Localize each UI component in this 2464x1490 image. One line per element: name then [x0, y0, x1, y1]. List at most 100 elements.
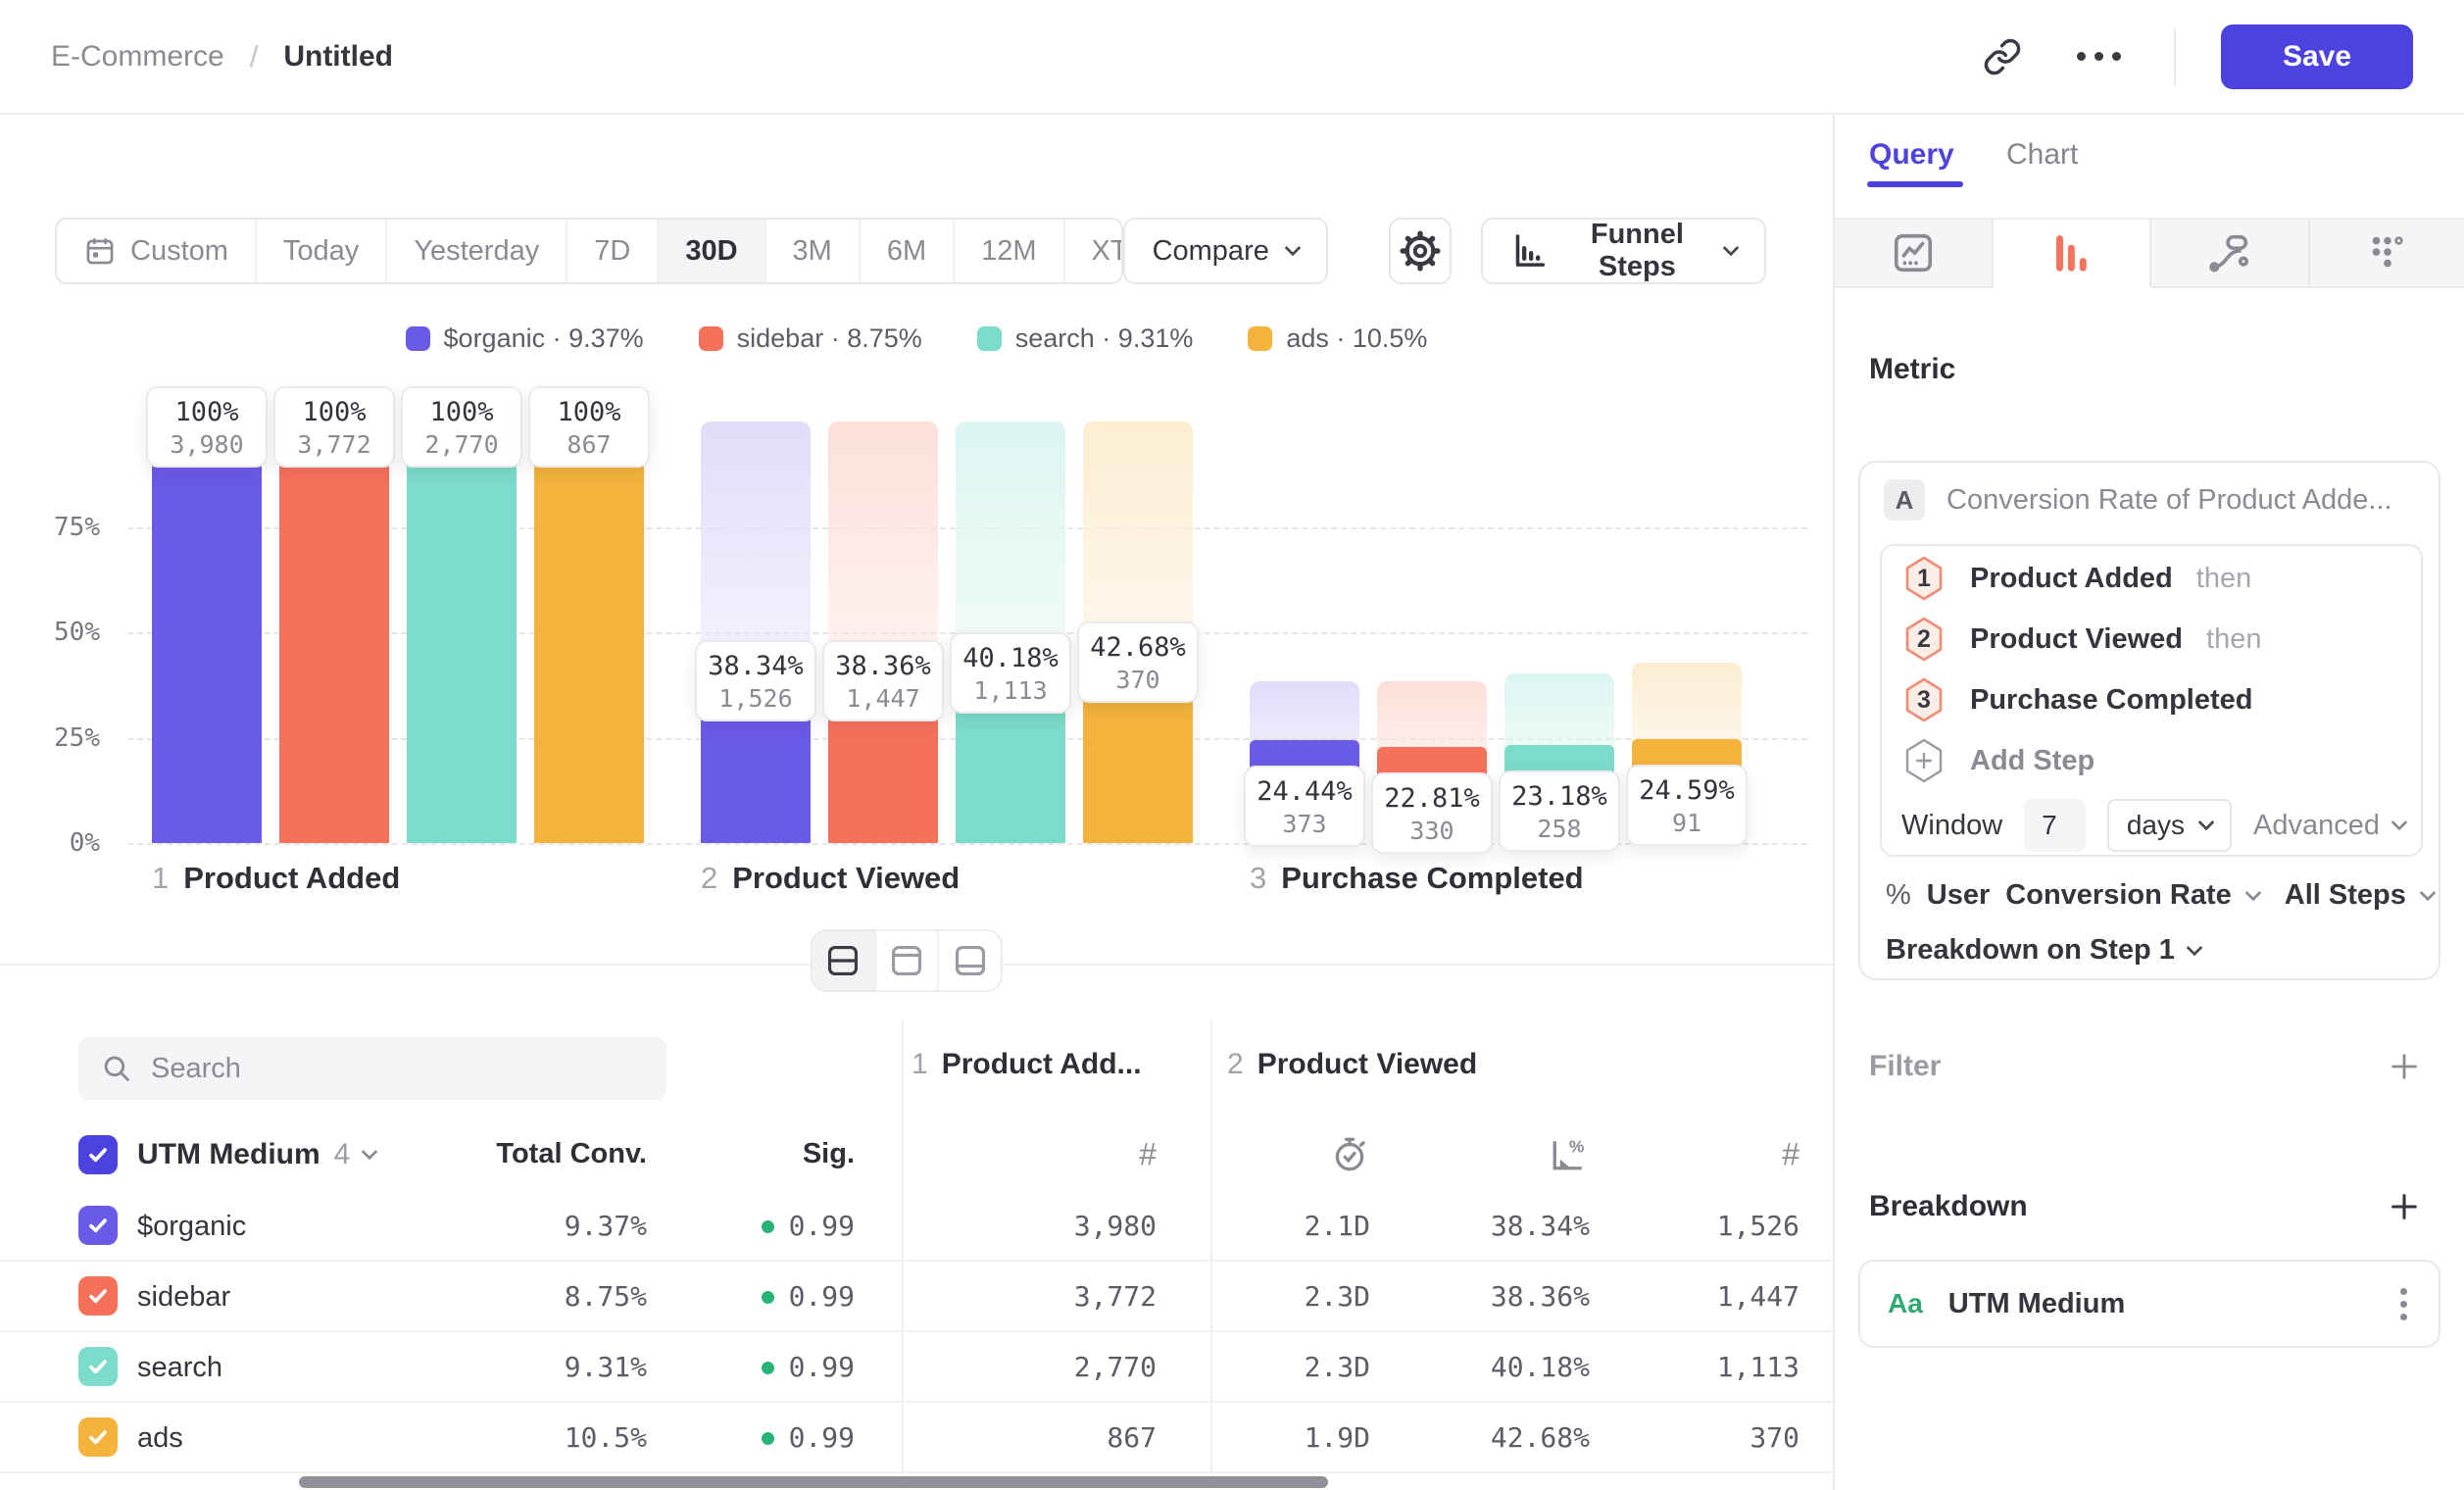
bar-sidebar-step1[interactable] [279, 422, 389, 843]
tab-retention[interactable] [2310, 220, 2464, 288]
add-step-button[interactable]: Add Step [1882, 730, 2421, 791]
bar-ads-step1[interactable] [534, 422, 644, 843]
tab-funnels[interactable] [1994, 220, 2152, 288]
total-conv-column-header[interactable]: Total Conv. [496, 1118, 647, 1191]
tab-flows[interactable] [2151, 220, 2310, 288]
row-label: ads [137, 1403, 183, 1473]
layout-split-view[interactable] [813, 931, 876, 990]
row-checkbox[interactable] [78, 1347, 118, 1386]
bar-percent: 100% [530, 397, 648, 427]
horizontal-scrollbar-thumb[interactable] [299, 1476, 1328, 1488]
sig-column-header[interactable]: Sig. [803, 1118, 855, 1191]
add-filter-button[interactable] [2384, 1046, 2425, 1087]
layout-table-only[interactable] [939, 931, 1001, 990]
tab-insights[interactable] [1835, 220, 1994, 288]
breadcrumb-separator: / [250, 39, 259, 74]
metric-type-dropdown[interactable]: Conversion Rate [2005, 879, 2231, 912]
step-event-name: Purchase Completed [1970, 684, 2252, 717]
cell-sig: 0.99 [762, 1262, 855, 1332]
step2-column-header[interactable]: 2 Product Viewed [1227, 1048, 1477, 1081]
steps-scope-dropdown[interactable]: All Steps [2285, 879, 2406, 912]
add-step-hexagon-icon [1901, 737, 1947, 784]
metric-step-1[interactable]: 1Product Addedthen [1882, 548, 2421, 609]
breakdown-on-step-dropdown[interactable]: Breakdown on Step 1 [1886, 934, 2200, 967]
svg-text:%: % [1569, 1136, 1585, 1156]
metric-section-heading: Metric [1869, 353, 1955, 386]
calendar-icon [83, 234, 117, 268]
legend-item-ads[interactable]: ads · 10.5% [1248, 323, 1427, 354]
breakdown-property-card[interactable]: Aa UTM Medium [1858, 1260, 2440, 1348]
window-unit-dropdown[interactable]: days [2107, 799, 2232, 852]
chart-settings-button[interactable] [1389, 218, 1452, 284]
bar-organic-step1[interactable] [152, 422, 262, 843]
cell-step1-count: 2,770 [1074, 1332, 1157, 1403]
date-range-12m[interactable]: 12M [955, 220, 1064, 282]
legend-item-organic[interactable]: $organic · 9.37% [406, 323, 644, 354]
date-range-30d[interactable]: 30D [659, 220, 765, 282]
count-metric-icon[interactable]: # [1782, 1136, 1799, 1172]
chart-toolbar: CustomTodayYesterday7D30D3M6M12MXTD Comp… [55, 218, 1766, 284]
search-icon [100, 1052, 133, 1085]
y-axis-tick: 25% [0, 723, 100, 753]
window-value-input[interactable]: 7 [2024, 799, 2086, 852]
date-range-xtd[interactable]: XTD [1065, 220, 1123, 282]
bar-percent: 42.68% [1079, 632, 1197, 663]
advanced-dropdown[interactable]: Advanced [2253, 810, 2405, 842]
legend-swatch [1248, 326, 1272, 351]
bar-percent: 24.59% [1628, 775, 1746, 806]
date-range-6m[interactable]: 6M [861, 220, 955, 282]
active-tab-underline [1867, 181, 1963, 187]
tab-chart[interactable]: Chart [2006, 138, 2078, 172]
breakdown-section: Breakdown [1869, 1186, 2425, 1227]
step-number-hexagon: 1 [1901, 555, 1947, 602]
add-breakdown-button[interactable] [2384, 1186, 2425, 1227]
cell-step2-count: 1,526 [1717, 1191, 1799, 1262]
bar-value-label: 23.18%258 [1499, 770, 1620, 852]
date-range-7d[interactable]: 7D [567, 220, 659, 282]
table-search-input[interactable]: Search [78, 1037, 666, 1100]
gear-icon [1400, 230, 1441, 272]
dots-grid-icon [2365, 230, 2410, 275]
cell-avg-time: 2.1D [1305, 1191, 1370, 1262]
compare-button[interactable]: Compare [1123, 218, 1328, 284]
date-range-selector: CustomTodayYesterday7D30D3M6M12MXTD [55, 218, 1123, 284]
legend-swatch [699, 326, 723, 351]
chart-type-dropdown[interactable]: Funnel Steps [1481, 218, 1766, 284]
tab-query[interactable]: Query [1869, 138, 1954, 172]
breadcrumb-project[interactable]: E-Commerce [51, 40, 224, 74]
date-range-custom[interactable]: Custom [57, 220, 257, 282]
metric-step-3[interactable]: 3 Purchase Completed [1882, 670, 2421, 730]
conversion-rate-icon[interactable]: % [1547, 1133, 1590, 1176]
date-range-today[interactable]: Today [257, 220, 387, 282]
date-range-3m[interactable]: 3M [766, 220, 861, 282]
breakdown-column-header[interactable]: UTM Medium 4 [137, 1118, 375, 1191]
bar-search-step1[interactable] [407, 422, 517, 843]
row-checkbox[interactable] [78, 1206, 118, 1245]
layout-chart-only[interactable] [876, 931, 940, 990]
table-row: sidebar8.75%0.993,7722.3D38.36%1,447 [0, 1262, 1833, 1332]
legend-item-sidebar[interactable]: sidebar · 8.75% [699, 323, 922, 354]
row-label: sidebar [137, 1262, 230, 1332]
row-checkbox[interactable] [78, 1417, 118, 1457]
more-menu-button[interactable] [2069, 44, 2129, 69]
entity-selector[interactable]: User [1927, 879, 1991, 912]
save-button[interactable]: Save [2221, 25, 2413, 89]
bar-percent: 100% [403, 397, 520, 427]
bar-percent: 100% [148, 397, 266, 427]
query-panel: Query Chart Metric A Conversion Rate of … [1833, 115, 2464, 1490]
step1-column-header[interactable]: 1 Product Add... [912, 1048, 1142, 1081]
metric-step-2[interactable]: 2Product Viewedthen [1882, 609, 2421, 670]
date-range-yesterday[interactable]: Yesterday [387, 220, 567, 282]
row-checkbox[interactable] [78, 1276, 118, 1316]
select-all-checkbox[interactable] [78, 1135, 118, 1174]
metric-title-row[interactable]: A Conversion Rate of Product Adde... [1884, 478, 2419, 522]
legend-item-search[interactable]: search · 9.31% [977, 323, 1194, 354]
report-title[interactable]: Untitled [283, 40, 393, 74]
layout-toggle [811, 929, 1003, 992]
step-number: 3 [1901, 676, 1947, 723]
time-to-convert-icon[interactable] [1329, 1134, 1370, 1175]
share-link-button[interactable] [1975, 29, 2030, 84]
bar-percent: 24.44% [1246, 776, 1363, 807]
kebab-menu-icon[interactable] [2394, 1282, 2413, 1326]
count-metric-icon[interactable]: # [1139, 1136, 1157, 1172]
